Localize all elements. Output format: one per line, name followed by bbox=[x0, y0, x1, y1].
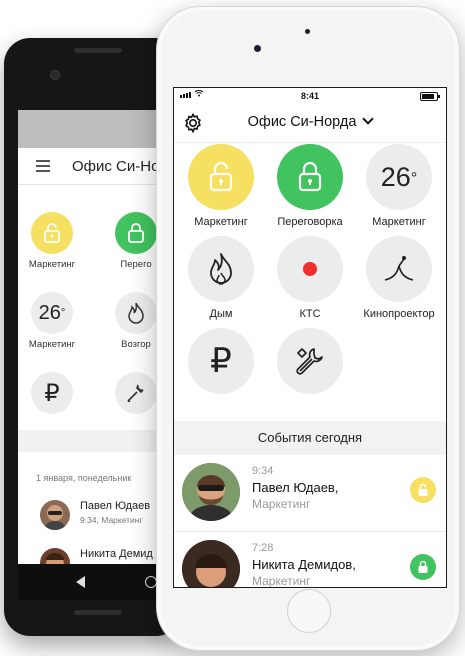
wrench-icon bbox=[115, 372, 157, 414]
lock-icon bbox=[115, 212, 157, 254]
status-bar: 8:41 bbox=[174, 88, 446, 104]
event-time: 7:28 bbox=[252, 542, 274, 554]
projector-screen-icon bbox=[366, 236, 432, 302]
chevron-down-icon bbox=[362, 113, 375, 125]
battery-icon bbox=[420, 92, 440, 101]
panic-dot-icon bbox=[277, 236, 343, 302]
iphone-screen: 8:41 Офис Си-Норда Маркетинг Переговорка… bbox=[173, 87, 447, 588]
lock-open-icon bbox=[188, 144, 254, 210]
avatar bbox=[182, 463, 240, 521]
tile-payment[interactable]: ₽ bbox=[176, 328, 266, 394]
avatar bbox=[182, 540, 240, 587]
tile-temperature[interactable]: 26 ° Маркетинг bbox=[354, 144, 444, 228]
event-name: Никита Демидов, bbox=[252, 557, 356, 572]
android-tile-marketing-lock[interactable]: Маркетинг bbox=[18, 212, 86, 270]
android-chin bbox=[74, 610, 122, 615]
tile-label: КТС bbox=[299, 308, 321, 320]
events-section-title: События сегодня bbox=[174, 421, 446, 455]
android-speaker bbox=[74, 48, 122, 53]
android-date-header: 1 января, понедельник bbox=[36, 473, 132, 483]
tile-meeting-room-lock[interactable]: Переговорка bbox=[265, 144, 355, 228]
tile-smoke[interactable]: Дым bbox=[176, 236, 266, 320]
back-icon[interactable] bbox=[76, 576, 85, 588]
event-time: 9:34 bbox=[252, 465, 274, 477]
tile-label: Маркетинг bbox=[372, 216, 426, 228]
event-name: Павел Юдаев, bbox=[252, 480, 339, 495]
hamburger-menu-icon[interactable] bbox=[36, 160, 50, 172]
iphone: 8:41 Офис Си-Норда Маркетинг Переговорка… bbox=[156, 6, 460, 651]
wrench-icon bbox=[277, 328, 343, 394]
android-event-sub: 9:34, Маркетинг bbox=[80, 515, 143, 525]
avatar bbox=[40, 500, 70, 530]
tile-marketing-lock[interactable]: Маркетинг bbox=[176, 144, 266, 228]
tile-label: Кинопроектор bbox=[363, 308, 435, 320]
android-tile-label: Маркетинг bbox=[28, 339, 76, 350]
tile-service[interactable] bbox=[265, 328, 355, 394]
temperature-readout: 26 ° bbox=[31, 292, 73, 334]
event-row[interactable]: 7:28 Никита Демидов, Маркетинг bbox=[174, 532, 446, 588]
status-time: 8:41 bbox=[300, 91, 319, 101]
device-tile-grid: Маркетинг Переговорка 26° Маркетинг Дым bbox=[174, 144, 446, 412]
event-location: Маркетинг bbox=[252, 497, 311, 511]
android-tile-temperature[interactable]: 26 ° Маркетинг bbox=[18, 292, 86, 350]
tile-label: Дым bbox=[209, 308, 233, 320]
lock-icon bbox=[277, 144, 343, 210]
lock-icon bbox=[410, 554, 436, 580]
tile-label: Маркетинг bbox=[194, 216, 248, 228]
tile-label: Переговорка bbox=[277, 216, 343, 228]
tile-projector[interactable]: Кинопроектор bbox=[354, 236, 444, 320]
fire-icon bbox=[115, 292, 157, 334]
android-tile-ruble[interactable]: ₽ bbox=[18, 372, 86, 414]
android-title: Офис Си-Нор bbox=[72, 157, 168, 175]
android-event-name: Никита Демид bbox=[80, 548, 153, 560]
app-header: Офис Си-Норда bbox=[174, 104, 446, 143]
temperature-readout: 26 ° bbox=[366, 144, 432, 210]
android-event-name: Павел Юдаев bbox=[80, 500, 151, 512]
iphone-sensor bbox=[305, 29, 310, 34]
lock-open-icon bbox=[410, 477, 436, 503]
android-camera bbox=[50, 70, 60, 80]
ruble-icon: ₽ bbox=[31, 372, 73, 414]
ruble-icon: ₽ bbox=[188, 328, 254, 394]
home-button[interactable] bbox=[287, 589, 331, 633]
event-location: Маркетинг bbox=[252, 574, 311, 588]
fire-icon bbox=[188, 236, 254, 302]
location-selector[interactable]: Офис Си-Норда bbox=[174, 113, 446, 130]
lock-open-icon bbox=[31, 212, 73, 254]
android-tile-label: Маркетинг bbox=[28, 259, 76, 270]
page-title: Офис Си-Норда bbox=[247, 114, 357, 130]
tile-panic-button[interactable]: КТС bbox=[265, 236, 355, 320]
iphone-camera bbox=[254, 45, 261, 52]
event-row[interactable]: 9:34 Павел Юдаев, Маркетинг bbox=[174, 455, 446, 532]
